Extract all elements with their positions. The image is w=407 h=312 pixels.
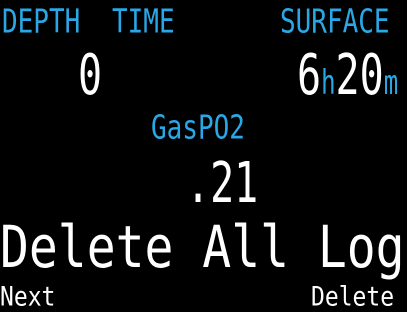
gas-po2-value: .21 (186, 151, 259, 217)
depth-value: 0 (78, 43, 103, 109)
menu-title: Delete All Logs (0, 214, 407, 282)
surface-minutes: 20 (335, 43, 384, 109)
dive-computer-screen: DEPTH TIME SURFACE 0 6h20m GasPO2 .21 De… (0, 0, 407, 312)
time-label: TIME (112, 3, 175, 41)
delete-softkey[interactable]: Delete (311, 284, 394, 311)
surface-hours-unit: h (321, 63, 336, 103)
surface-hours: 6 (297, 43, 322, 109)
surface-minutes-unit: m (383, 63, 399, 103)
surface-interval-label: SURFACE (280, 3, 390, 41)
depth-label: DEPTH (2, 3, 81, 41)
gas-po2-label: GasPO2 (151, 109, 245, 147)
next-softkey[interactable]: Next (0, 284, 55, 311)
surface-interval-value: 6h20m (297, 48, 398, 111)
